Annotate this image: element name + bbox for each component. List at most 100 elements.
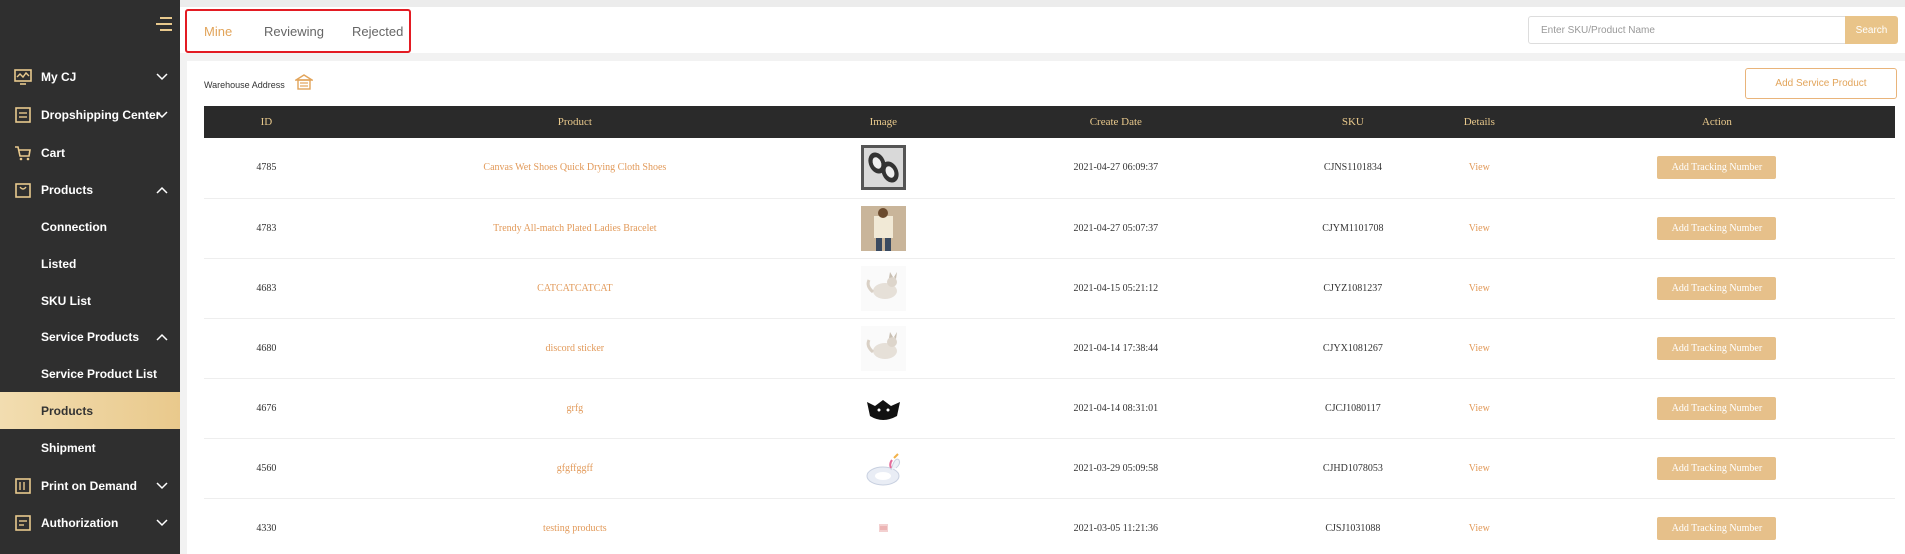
add-tracking-number-button[interactable]: Add Tracking Number [1657,336,1777,360]
cell-product-link[interactable]: Trendy All-match Plated Ladies Bracelet [329,198,821,258]
cell-image [821,438,946,498]
cell-id: 4683 [256,282,277,294]
warehouse-address-label: Warehouse Address [204,80,285,90]
add-tracking-number-button[interactable]: Add Tracking Number [1657,516,1777,540]
add-tracking-number-button[interactable]: Add Tracking Number [1657,396,1777,420]
sidebar-item-label: Connection [41,219,107,234]
tab-reviewing[interactable]: Reviewing [264,24,324,39]
sidebar-item-label: Service Products [41,329,140,344]
cart-icon [15,145,31,160]
tab-mine[interactable]: Mine [204,24,232,39]
column-header-create-date: Create Date [1089,116,1142,128]
service-products-table: ID Product Image Create Date SKU Details… [204,106,1895,554]
bag-icon [15,182,31,198]
sidebar-item-authorization[interactable]: Authorization [0,504,180,541]
view-details-link[interactable]: View [1420,138,1539,198]
search-button[interactable]: Search [1845,16,1898,44]
column-header-details: Details [1463,116,1495,128]
table-row: 4783 Trendy All-match Plated Ladies Brac… [204,198,1895,258]
cell-product-link[interactable]: testing products [329,498,821,554]
view-details-link[interactable]: View [1420,198,1539,258]
product-thumbnail-cat[interactable] [860,325,906,371]
warehouse-icon[interactable] [295,73,313,91]
view-details-link[interactable]: View [1420,378,1539,438]
cell-image [821,138,946,198]
search-input[interactable] [1528,16,1846,44]
add-tracking-number-button[interactable]: Add Tracking Number [1657,216,1777,240]
cell-action: Add Tracking Number [1539,378,1895,438]
cell-product-link[interactable]: CATCATCATCAT [329,258,821,318]
view-details-link[interactable]: View [1420,438,1539,498]
column-header-image: Image [869,116,898,128]
sidebar-item-label: Products [41,403,94,418]
cell-sku: CJNS1101834 [1323,162,1382,174]
table-row: 4330 testing products 2021-03-05 11:21:3… [204,498,1895,554]
sidebar-item-service-products[interactable]: Service Products [0,318,180,355]
sidebar-item-service-products-products[interactable]: Products [0,392,180,429]
sidebar: My CJ Dropshipping Center Cart Products … [0,0,180,554]
cell-action: Add Tracking Number [1539,318,1895,378]
cell-product-link[interactable]: Canvas Wet Shoes Quick Drying Cloth Shoe… [329,138,821,198]
sidebar-item-label: My CJ [41,69,77,84]
cell-id: 4783 [256,222,277,234]
sidebar-item-label: Listed [41,256,77,271]
sidebar-item-shipment[interactable]: Shipment [0,429,180,466]
product-thumbnail-shoes[interactable] [860,145,906,191]
sidebar-item-dropshipping-center[interactable]: Dropshipping Center [0,96,180,133]
sidebar-item-service-product-list[interactable]: Service Product List [0,355,180,392]
cell-id: 4676 [256,402,277,414]
product-thumbnail-small[interactable] [860,505,906,551]
chevron-down-icon [156,481,168,489]
sidebar-item-my-cj[interactable]: My CJ [0,58,180,95]
sidebar-item-products[interactable]: Products [0,171,180,208]
cell-product-link[interactable]: gfgffggff [329,438,821,498]
sidebar-item-label: Cart [41,145,66,160]
clipboard-icon [15,106,31,123]
sidebar-item-print-on-demand[interactable]: Print on Demand [0,467,180,504]
cell-product-link[interactable]: discord sticker [329,318,821,378]
table-row: 4560 gfgffggff 2021-03-29 05:09:58 CJHD1… [204,438,1895,498]
sidebar-item-sku-list[interactable]: SKU List [0,282,180,319]
add-tracking-number-button[interactable]: Add Tracking Number [1657,276,1777,300]
sidebar-item-label: Authorization [41,515,119,530]
product-thumbnail-cat[interactable] [860,265,906,311]
chevron-up-icon [156,333,168,341]
add-tracking-number-button[interactable]: Add Tracking Number [1657,156,1777,180]
product-thumbnail-person[interactable] [860,205,906,251]
cell-create-date: 2021-03-29 05:09:58 [1073,462,1159,474]
cell-create-date: 2021-04-27 05:07:37 [1073,222,1159,234]
main-content: Warehouse Address Add Service Product ID… [187,61,1905,554]
table-header-row: ID Product Image Create Date SKU Details… [204,106,1895,138]
sidebar-item-label: Print on Demand [41,478,138,493]
view-details-link[interactable]: View [1420,258,1539,318]
cell-action: Add Tracking Number [1539,138,1895,198]
product-thumbnail-bat[interactable] [860,385,906,431]
cell-create-date: 2021-03-05 11:21:36 [1073,522,1158,534]
sidebar-item-cart[interactable]: Cart [0,134,180,171]
view-details-link[interactable]: View [1420,318,1539,378]
cell-action: Add Tracking Number [1539,198,1895,258]
top-strip [180,0,1905,7]
column-header-action: Action [1701,116,1732,128]
menu-toggle-icon[interactable] [156,17,172,31]
sidebar-item-listed[interactable]: Listed [0,245,180,282]
add-tracking-number-button[interactable]: Add Tracking Number [1657,456,1777,480]
add-service-product-button[interactable]: Add Service Product [1745,68,1897,99]
tab-rejected[interactable]: Rejected [352,24,403,39]
sidebar-item-label: SKU List [41,293,92,308]
cell-product-link[interactable]: grfg [329,378,821,438]
top-bar: Mine Reviewing Rejected Search [180,7,1905,53]
view-details-link[interactable]: View [1420,498,1539,554]
cell-image [821,318,946,378]
cell-sku: CJYM1101708 [1322,222,1384,234]
print-icon [15,477,31,494]
sidebar-item-label: Shipment [41,440,96,455]
column-header-sku: SKU [1341,116,1364,128]
sidebar-item-connection[interactable]: Connection [0,208,180,245]
cell-image [821,378,946,438]
product-thumbnail-unicorn[interactable] [860,445,906,491]
cell-id: 4680 [256,342,277,354]
cell-create-date: 2021-04-14 08:31:01 [1073,402,1159,414]
cell-sku: CJYX1081267 [1322,342,1383,354]
chevron-down-icon [156,518,168,526]
